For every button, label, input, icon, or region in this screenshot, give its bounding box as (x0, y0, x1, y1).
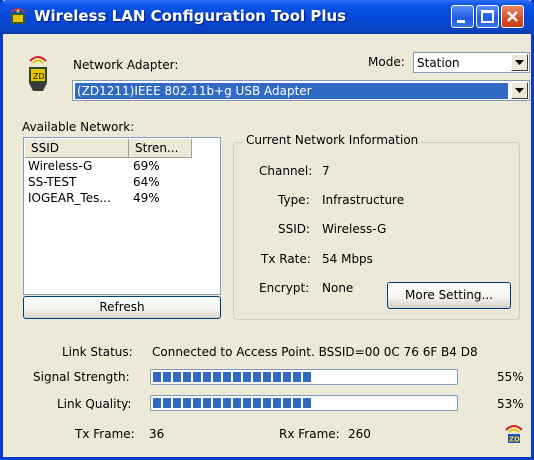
signal-strength-block (243, 372, 251, 382)
tx-rate-value: 54 Mbps (322, 252, 373, 266)
signal-strength-block (213, 372, 221, 382)
link-quality-bar (150, 395, 458, 411)
maximize-icon (481, 10, 494, 23)
network-adapter-label: Network Adapter: (73, 58, 179, 72)
chevron-down-icon (515, 60, 524, 65)
signal-strength-value: 55% (497, 370, 524, 384)
type-value: Infrastructure (322, 193, 405, 207)
encrypt-label: Encrypt: (259, 281, 310, 295)
signal-strength-block (223, 372, 231, 382)
wireless-adapter-icon: ZD (29, 56, 47, 91)
minimize-button[interactable] (451, 5, 474, 28)
signal-strength-block (263, 372, 271, 382)
link-quality-block (173, 398, 181, 408)
signal-strength-bar (150, 369, 458, 385)
chevron-down-icon (515, 88, 524, 93)
rx-frame-label: Rx Frame: (279, 427, 340, 441)
minimize-icon (457, 20, 465, 23)
link-status-value: Connected to Access Point. BSSID=00 0C 7… (152, 345, 478, 359)
mode-dropdown-button[interactable] (511, 54, 528, 71)
link-quality-block (163, 398, 171, 408)
link-quality-value: 53% (497, 397, 524, 411)
close-icon (507, 11, 518, 22)
signal-strength-label: Signal Strength: (33, 370, 130, 384)
signal-strength-block (253, 372, 261, 382)
signal-strength-fill (153, 372, 311, 382)
column-header-ssid[interactable]: SSID (25, 139, 129, 158)
link-quality-block (253, 398, 261, 408)
ssid-cell: SS-TEST (28, 175, 77, 189)
link-quality-block (273, 398, 281, 408)
network-adapter-select[interactable]: (ZD1211)IEEE 802.11b+g USB Adapter (72, 80, 530, 101)
link-quality-block (213, 398, 221, 408)
ssid-cell: IOGEAR_Tes... (28, 191, 111, 205)
link-status-label: Link Status: (62, 345, 133, 359)
channel-value: 7 (322, 164, 330, 178)
rx-frame-value: 260 (348, 427, 371, 441)
link-quality-block (283, 398, 291, 408)
mode-select[interactable]: Station (413, 52, 530, 73)
signal-strength-block (183, 372, 191, 382)
link-quality-block (223, 398, 231, 408)
link-quality-block (293, 398, 301, 408)
zd-wireless-icon[interactable]: ZD (503, 422, 525, 444)
svg-text:ZD: ZD (33, 72, 45, 81)
link-quality-block (193, 398, 201, 408)
link-quality-block (303, 398, 311, 408)
link-quality-block (243, 398, 251, 408)
signal-strength-block (303, 372, 311, 382)
network-adapter-value: (ZD1211)IEEE 802.11b+g USB Adapter (75, 83, 508, 99)
close-button[interactable] (501, 5, 524, 28)
more-setting-button[interactable]: More Setting... (387, 282, 511, 309)
window-title: Wireless LAN Configuration Tool Plus (34, 7, 347, 25)
ssid-value: Wireless-G (322, 222, 387, 236)
maximize-button[interactable] (476, 5, 499, 28)
signal-strength-block (293, 372, 301, 382)
link-quality-fill (153, 398, 311, 408)
ssid-label: SSID: (278, 222, 311, 236)
app-icon (10, 8, 26, 24)
signal-strength-block (163, 372, 171, 382)
available-network-label: Available Network: (22, 120, 135, 134)
link-quality-block (183, 398, 191, 408)
signal-strength-block (283, 372, 291, 382)
signal-strength-block (233, 372, 241, 382)
strength-cell: 64% (133, 175, 160, 189)
ssid-cell: Wireless-G (28, 159, 93, 173)
svg-text:ZD: ZD (509, 436, 520, 444)
channel-label: Channel: (259, 164, 313, 178)
current-network-title: Current Network Information (244, 133, 421, 147)
mode-value: Station (417, 56, 460, 70)
link-quality-block (153, 398, 161, 408)
signal-strength-block (273, 372, 281, 382)
mode-label: Mode: (368, 55, 405, 69)
tx-frame-value: 36 (149, 427, 165, 441)
link-quality-block (233, 398, 241, 408)
encrypt-value: None (322, 281, 354, 295)
signal-strength-block (193, 372, 201, 382)
signal-strength-block (173, 372, 181, 382)
link-quality-block (263, 398, 271, 408)
strength-cell: 69% (133, 159, 160, 173)
app-window: Wireless LAN Configuration Tool Plus ZD … (0, 0, 534, 460)
refresh-button[interactable]: Refresh (23, 296, 221, 319)
column-header-strength[interactable]: Stren... (129, 139, 192, 158)
strength-cell: 49% (133, 191, 160, 205)
type-label: Type: (278, 193, 310, 207)
link-quality-block (203, 398, 211, 408)
title-bar[interactable]: Wireless LAN Configuration Tool Plus (0, 0, 534, 34)
network-list[interactable]: SSID Stren... Wireless-G 69% SS-TEST 64%… (23, 137, 221, 295)
tx-frame-label: Tx Frame: (75, 427, 135, 441)
signal-strength-block (153, 372, 161, 382)
adapter-dropdown-button[interactable] (511, 82, 528, 99)
link-quality-label: Link Quality: (57, 397, 132, 411)
signal-strength-block (203, 372, 211, 382)
tx-rate-label: Tx Rate: (261, 252, 311, 266)
